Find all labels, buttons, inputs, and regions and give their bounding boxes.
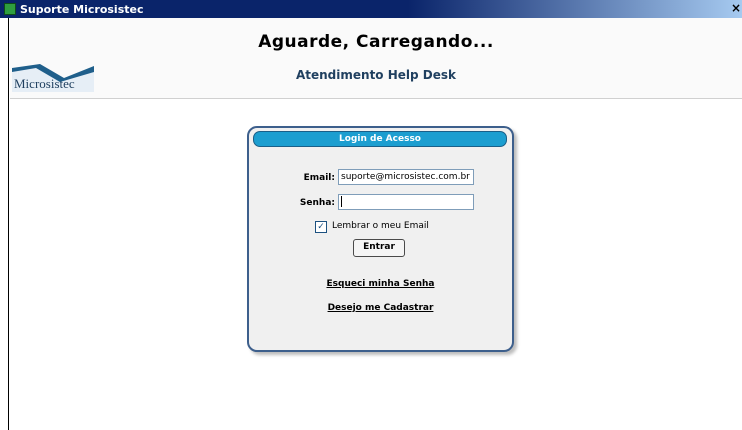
- checkmark-icon: ✓: [317, 222, 325, 232]
- login-panel: Login de Acesso Email: suporte@microsist…: [247, 126, 514, 352]
- register-link[interactable]: Desejo me Cadastrar: [249, 303, 512, 313]
- loading-message: Aguarde, Carregando...: [258, 32, 494, 52]
- remember-checkbox[interactable]: ✓: [315, 221, 327, 233]
- page-header: Aguarde, Carregando... Microsistec Atend…: [10, 18, 742, 99]
- help-desk-title: Atendimento Help Desk: [295, 68, 457, 82]
- window-titlebar[interactable]: Suporte Microsistec ×: [0, 0, 742, 18]
- login-button[interactable]: Entrar: [353, 239, 405, 257]
- window-left-border: [0, 18, 9, 430]
- email-label: Email:: [303, 173, 335, 183]
- remember-label: Lembrar o meu Email: [332, 221, 429, 231]
- app-icon: [4, 3, 16, 15]
- login-panel-header: Login de Acesso: [253, 131, 507, 147]
- password-field[interactable]: [338, 194, 474, 210]
- email-field[interactable]: suporte@microsistec.com.br: [338, 169, 474, 185]
- forgot-password-link[interactable]: Esqueci minha Senha: [249, 279, 512, 289]
- close-icon[interactable]: ×: [730, 1, 742, 15]
- window-title: Suporte Microsistec: [20, 2, 144, 16]
- text-cursor: [341, 196, 342, 207]
- password-label: Senha:: [299, 198, 335, 208]
